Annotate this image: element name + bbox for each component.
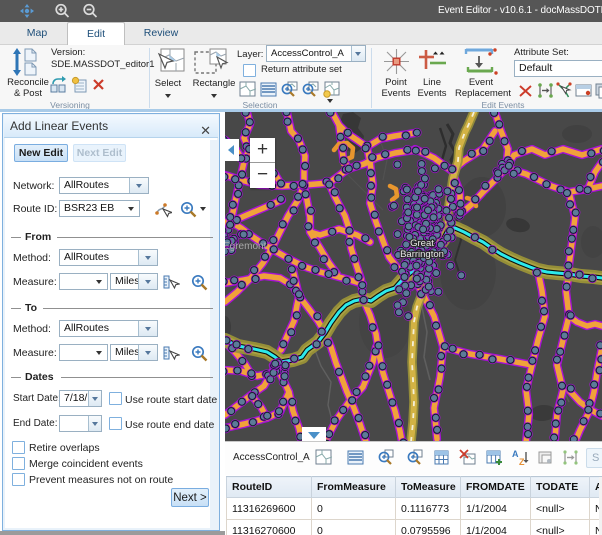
svg-text:Barrington: Barrington: [400, 249, 444, 260]
svg-text:Great: Great: [410, 238, 434, 249]
svg-text:A: A: [512, 449, 519, 459]
svg-text:Egremont: Egremont: [225, 241, 267, 252]
svg-text:Z: Z: [519, 457, 525, 466]
